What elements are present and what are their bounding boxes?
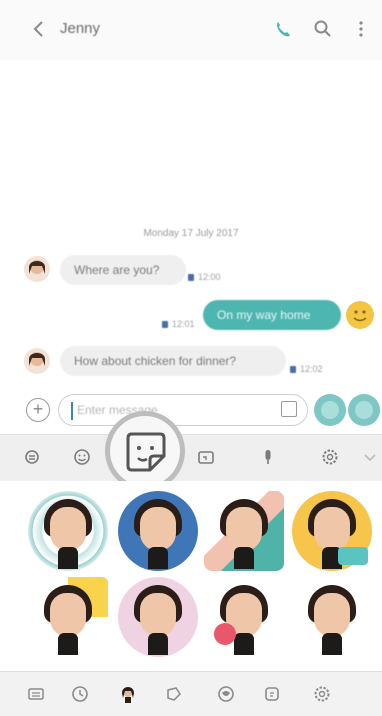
more-icon[interactable] bbox=[350, 18, 372, 40]
message-bubble-incoming[interactable]: Where are you? bbox=[60, 255, 186, 285]
emoji-swap-icon[interactable] bbox=[22, 447, 42, 467]
chevron-down-icon[interactable] bbox=[360, 447, 380, 467]
send-mms-button[interactable] bbox=[348, 394, 380, 426]
message-bubble-outgoing[interactable]: On my way home bbox=[203, 300, 341, 330]
gif-pack-icon[interactable] bbox=[262, 684, 282, 704]
ok-badge-decoration bbox=[338, 547, 368, 565]
ar-emoji-sticker[interactable] bbox=[292, 491, 372, 571]
back-icon[interactable] bbox=[28, 18, 50, 40]
sticker-category-tabs bbox=[0, 671, 382, 716]
ar-emoji-sticker[interactable] bbox=[204, 577, 284, 657]
sticker-toggle-icon[interactable] bbox=[281, 401, 297, 417]
add-attachment-button[interactable]: + bbox=[26, 398, 50, 422]
conversation-thread: Monday 17 July 2017 Where are you? 12:00… bbox=[0, 60, 382, 395]
ar-emoji-sticker[interactable] bbox=[28, 491, 108, 571]
message-bubble-incoming[interactable]: How about chicken for dinner? bbox=[60, 346, 286, 376]
settings-icon[interactable] bbox=[312, 684, 332, 704]
message-time: 12:00 bbox=[188, 272, 221, 282]
messages-screen: Jenny Monday 17 July 2017 Where are you?… bbox=[0, 0, 382, 716]
emoji-pack-icon[interactable] bbox=[216, 684, 236, 704]
ar-emoji-sticker[interactable] bbox=[118, 491, 198, 571]
sim-icon bbox=[290, 366, 296, 374]
message-composer: + Enter message bbox=[0, 390, 382, 434]
heart-decoration bbox=[214, 623, 236, 645]
message-input-placeholder: Enter message bbox=[77, 403, 158, 417]
send-button[interactable] bbox=[314, 394, 346, 426]
text-cursor bbox=[71, 402, 73, 420]
mic-icon[interactable] bbox=[258, 447, 278, 467]
keyboard-icon[interactable] bbox=[26, 684, 46, 704]
ar-emoji-sticker[interactable] bbox=[204, 491, 284, 571]
phone-icon[interactable] bbox=[272, 18, 294, 40]
ar-emoji-sticker[interactable] bbox=[28, 577, 108, 657]
sim-icon bbox=[162, 321, 168, 329]
settings-icon[interactable] bbox=[320, 447, 340, 467]
date-divider: Monday 17 July 2017 bbox=[143, 228, 239, 239]
emoji-icon[interactable] bbox=[72, 447, 92, 467]
sticker-pack-icon[interactable] bbox=[164, 684, 184, 704]
message-time: 12:02 bbox=[290, 364, 323, 374]
my-avatar[interactable] bbox=[346, 301, 374, 329]
gif-icon[interactable] bbox=[196, 447, 216, 467]
conversation-header: Jenny bbox=[0, 0, 382, 60]
sticker-button-highlight[interactable] bbox=[110, 416, 180, 486]
message-input[interactable]: Enter message bbox=[58, 394, 308, 426]
message-time: 12:01 bbox=[162, 319, 195, 329]
ar-emoji-sticker[interactable] bbox=[292, 577, 372, 657]
sticker-grid bbox=[0, 481, 382, 671]
ar-emoji-icon[interactable] bbox=[118, 684, 138, 704]
recent-icon[interactable] bbox=[70, 684, 90, 704]
search-icon[interactable] bbox=[312, 18, 334, 40]
keyboard-toolbar bbox=[0, 434, 382, 482]
contact-avatar[interactable] bbox=[24, 256, 50, 282]
contact-name: Jenny bbox=[60, 20, 101, 37]
contact-avatar[interactable] bbox=[24, 348, 50, 374]
ar-emoji-sticker[interactable] bbox=[118, 577, 198, 657]
sim-icon bbox=[188, 274, 194, 282]
sticker-icon bbox=[126, 432, 166, 472]
